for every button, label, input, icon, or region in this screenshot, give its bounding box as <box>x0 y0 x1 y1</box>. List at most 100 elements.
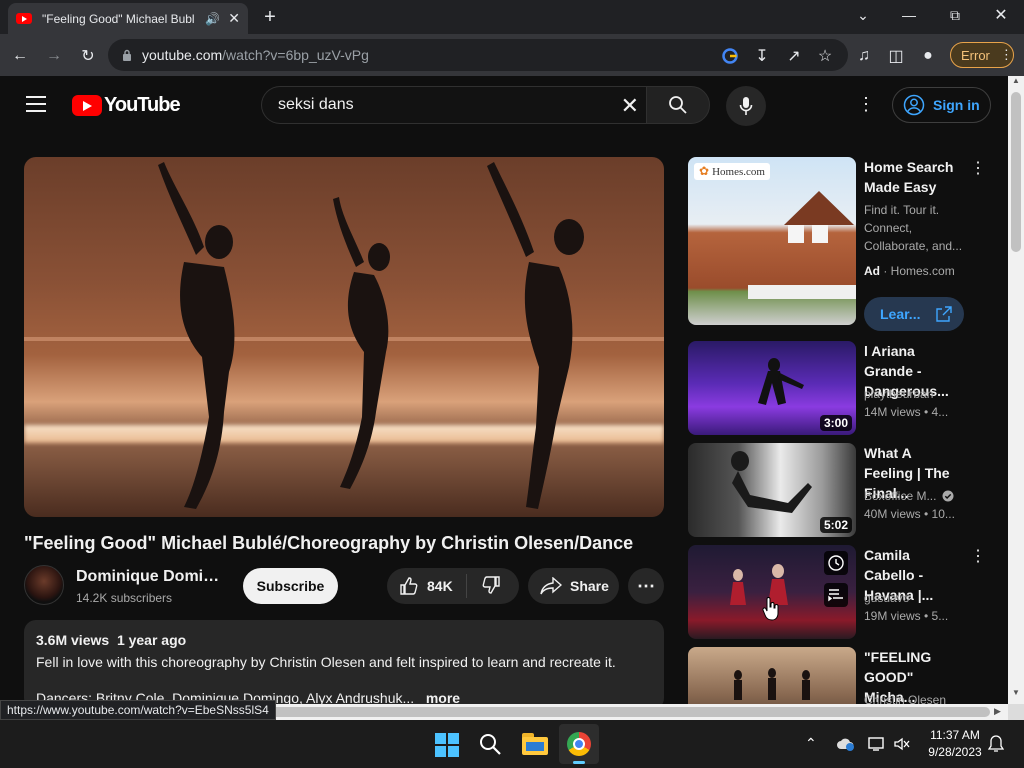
close-window-button[interactable]: ✕ <box>978 0 1024 30</box>
vertical-scroll-thumb[interactable] <box>1011 92 1021 252</box>
onedrive-cloud-icon[interactable] <box>836 736 856 757</box>
windows-start-icon[interactable] <box>435 733 459 757</box>
notification-bell-icon[interactable] <box>987 735 1005 758</box>
video-thumbnail[interactable] <box>688 545 856 639</box>
sidebar-channel-name[interactable]: playtheurban <box>864 387 933 401</box>
speaker-icon[interactable]: 🔊 <box>205 12 220 26</box>
new-tab-button[interactable]: + <box>256 5 284 29</box>
ad-byline: Ad · Homes.com <box>864 264 955 278</box>
homes-logo-icon: ✿ <box>699 164 710 178</box>
volume-muted-icon[interactable] <box>893 736 911 757</box>
vertical-scrollbar[interactable]: ▲ ▼ <box>1008 76 1024 704</box>
share-page-icon[interactable]: ↗ <box>782 44 806 68</box>
sidebar-channel-name[interactable]: gusuavo <box>864 591 909 605</box>
guide-menu-icon[interactable] <box>26 96 46 112</box>
network-icon[interactable] <box>868 736 886 757</box>
google-lens-icon[interactable] <box>718 44 742 68</box>
link-status-url: https://www.youtube.com/watch?v=EbeSNss5… <box>0 700 276 720</box>
taskbar-search-icon[interactable] <box>478 732 502 761</box>
taskbar-clock-date[interactable]: 9/28/2023 <box>916 745 994 759</box>
scroll-down-arrow-icon[interactable]: ▼ <box>1012 688 1020 697</box>
install-app-icon[interactable]: ↧ <box>750 44 774 68</box>
sidebar-channel-name[interactable]: Christin Olesen <box>864 693 946 704</box>
url-path: /watch?v=6bp_uzV-vPg <box>222 47 369 63</box>
search-query: seksi dans <box>278 96 354 113</box>
sidebar-video-item[interactable]: "FEELING GOOD" Micha... Christin Olesen <box>688 647 1008 704</box>
sign-in-button[interactable]: Sign in <box>892 87 991 123</box>
search-button[interactable] <box>646 86 710 124</box>
side-panel-icon[interactable]: ◫ <box>884 44 908 68</box>
add-to-queue-button[interactable] <box>824 583 848 607</box>
channel-name[interactable]: Dominique Domin... <box>76 568 221 586</box>
sidebar-video-meta: 19M views • 5... <box>864 609 949 623</box>
minimize-button[interactable]: — <box>886 0 932 30</box>
ad-kebab-icon[interactable]: ⋮ <box>970 159 986 179</box>
ad-thumbnail-brand: ✿ Homes.com <box>694 163 770 180</box>
active-app-indicator <box>573 761 585 764</box>
horizontal-scroll-thumb[interactable] <box>270 707 990 717</box>
scroll-right-arrow-icon[interactable]: ▶ <box>994 706 1001 717</box>
youtube-logo[interactable]: YouTube <box>72 94 181 117</box>
verified-check-icon <box>942 490 954 502</box>
search-input[interactable]: seksi dans ✕ <box>261 86 647 124</box>
channel-avatar[interactable] <box>24 565 64 605</box>
ad-thumbnail[interactable]: ✿ Homes.com <box>688 157 856 325</box>
sidebar-video-item[interactable]: 5:02 What A Feeling | The Final... Boxof… <box>688 443 1008 539</box>
tab-close-icon[interactable]: ✕ <box>228 10 240 27</box>
chrome-icon <box>567 732 591 756</box>
browser-tab[interactable]: "Feeling Good" Michael Bubl 🔊 ✕ <box>8 3 248 34</box>
dancers-illustration <box>158 162 584 509</box>
sidebar-ad[interactable]: ✿ Homes.com Home Search Made Easy Find i… <box>688 157 1008 331</box>
video-kebab-icon[interactable]: ⋮ <box>970 547 986 567</box>
share-button[interactable]: Share <box>528 568 619 604</box>
tray-chevron-up-icon[interactable]: ⌃ <box>805 735 817 752</box>
share-arrow-icon <box>540 577 562 595</box>
video-duration: 3:00 <box>819 415 852 431</box>
sidebar-channel-row: Boxoffice M... <box>864 489 954 503</box>
clear-search-icon[interactable]: ✕ <box>621 93 639 119</box>
reload-icon[interactable]: ↻ <box>76 44 100 68</box>
thumbnail-dancers-figure <box>734 668 810 700</box>
youtube-favicon-icon <box>16 13 32 24</box>
media-control-icon[interactable]: ♫ <box>852 44 876 68</box>
profile-icon[interactable]: ● <box>916 44 940 68</box>
forward-arrow-icon[interactable]: → <box>42 44 66 68</box>
browser-menu-icon[interactable]: ⋮ <box>1000 47 1013 63</box>
ad-learn-more-button[interactable]: Lear... <box>864 297 964 331</box>
tab-search-chevron-icon[interactable]: ⌄ <box>840 0 886 30</box>
house-window <box>812 225 828 243</box>
video-thumbnail[interactable] <box>688 647 856 704</box>
subscribe-button[interactable]: Subscribe <box>243 568 338 604</box>
back-arrow-icon[interactable]: ← <box>8 44 32 68</box>
description-box[interactable]: 3.6M views 1 year ago Fell in love with … <box>24 620 664 710</box>
bookmark-star-icon[interactable]: ☆ <box>813 44 837 68</box>
like-button[interactable]: 84K <box>387 574 467 598</box>
house-porch-rail <box>748 285 856 299</box>
sidebar-video-item[interactable]: 3:00 l Ariana Grande - Dangerous... play… <box>688 341 1008 437</box>
video-thumbnail[interactable]: 3:00 <box>688 341 856 435</box>
scroll-up-arrow-icon[interactable]: ▲ <box>1012 76 1020 85</box>
file-explorer-icon[interactable] <box>522 733 548 755</box>
voice-search-button[interactable] <box>726 86 766 126</box>
taskbar-clock-time[interactable]: 11:37 AM <box>920 728 990 742</box>
more-actions-button[interactable]: ⋯ <box>628 568 664 604</box>
settings-kebab-icon[interactable]: ⋮ <box>857 94 875 116</box>
description-text: Fell in love with this choreography by C… <box>36 654 616 670</box>
search-icon <box>669 96 687 114</box>
video-duration: 5:02 <box>819 517 852 533</box>
restore-button[interactable]: ⧉ <box>932 0 978 30</box>
video-player[interactable] <box>24 157 664 517</box>
sidebar-video-item[interactable]: Camila Cabello - Havana |... gusuavo 19M… <box>688 545 1008 641</box>
ad-brand-text: Homes.com <box>712 165 765 178</box>
dislike-button[interactable] <box>467 575 501 598</box>
chrome-taskbar-button[interactable] <box>559 724 599 764</box>
video-thumbnail[interactable]: 5:02 <box>688 443 856 537</box>
share-label: Share <box>570 578 609 594</box>
url-host: youtube.com <box>142 47 223 63</box>
ad-text: Find it. Tour it. Connect, Collaborate, … <box>864 203 963 253</box>
ad-title[interactable]: Home Search Made Easy <box>864 157 964 197</box>
browser-error-button[interactable]: Error ⋮ <box>950 42 1014 68</box>
sidebar-channel-name[interactable]: Boxoffice M... <box>864 489 936 503</box>
watch-later-button[interactable] <box>824 551 848 575</box>
thumbs-up-icon <box>400 577 418 595</box>
